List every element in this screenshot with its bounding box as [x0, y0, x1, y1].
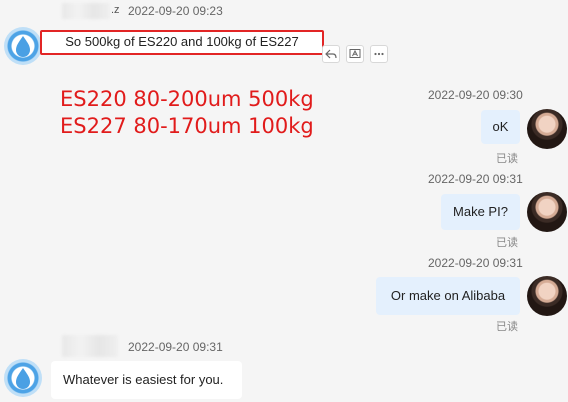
outgoing-message-bubble[interactable]: Make PI?	[441, 194, 520, 230]
contact-avatar[interactable]	[4, 359, 42, 397]
translate-button[interactable]	[346, 45, 364, 63]
read-status: 已读	[496, 321, 518, 333]
more-icon	[374, 52, 384, 56]
message-time: 2022-09-20 09:30	[428, 88, 523, 102]
read-status: 已读	[496, 237, 518, 249]
message-time: 2022-09-20 09:31	[428, 172, 523, 186]
read-status: 已读	[496, 153, 518, 165]
translate-icon	[349, 49, 361, 58]
user-avatar[interactable]	[527, 109, 567, 149]
incoming-message-bubble[interactable]: Whatever is easiest for you.	[51, 361, 242, 399]
reply-button[interactable]	[322, 45, 340, 63]
sender-name-suffix: .z	[111, 4, 120, 16]
drop-logo-icon	[16, 36, 30, 57]
annotation-line-1: ES220 80-200um 500kg	[60, 87, 314, 111]
message-time: 2022-09-20 09:31	[428, 256, 523, 270]
sender-name-blurred	[62, 335, 118, 357]
sender-name-blurred	[62, 3, 110, 19]
more-button[interactable]	[370, 45, 388, 63]
user-avatar[interactable]	[527, 192, 567, 232]
outgoing-message-bubble[interactable]: oK	[481, 110, 520, 144]
message-actions	[322, 45, 388, 63]
message-time: 2022-09-20 09:23	[128, 4, 223, 18]
reply-icon	[325, 49, 337, 59]
outgoing-message-bubble[interactable]: Or make on Alibaba	[376, 277, 520, 315]
highlighted-message-bubble[interactable]: So 500kg of ES220 and 100kg of ES227	[40, 30, 324, 55]
user-avatar[interactable]	[527, 276, 567, 316]
contact-avatar[interactable]	[4, 27, 42, 65]
message-time: 2022-09-20 09:31	[128, 340, 223, 354]
annotation-line-2: ES227 80-170um 100kg	[60, 114, 314, 138]
drop-logo-icon	[16, 368, 30, 389]
